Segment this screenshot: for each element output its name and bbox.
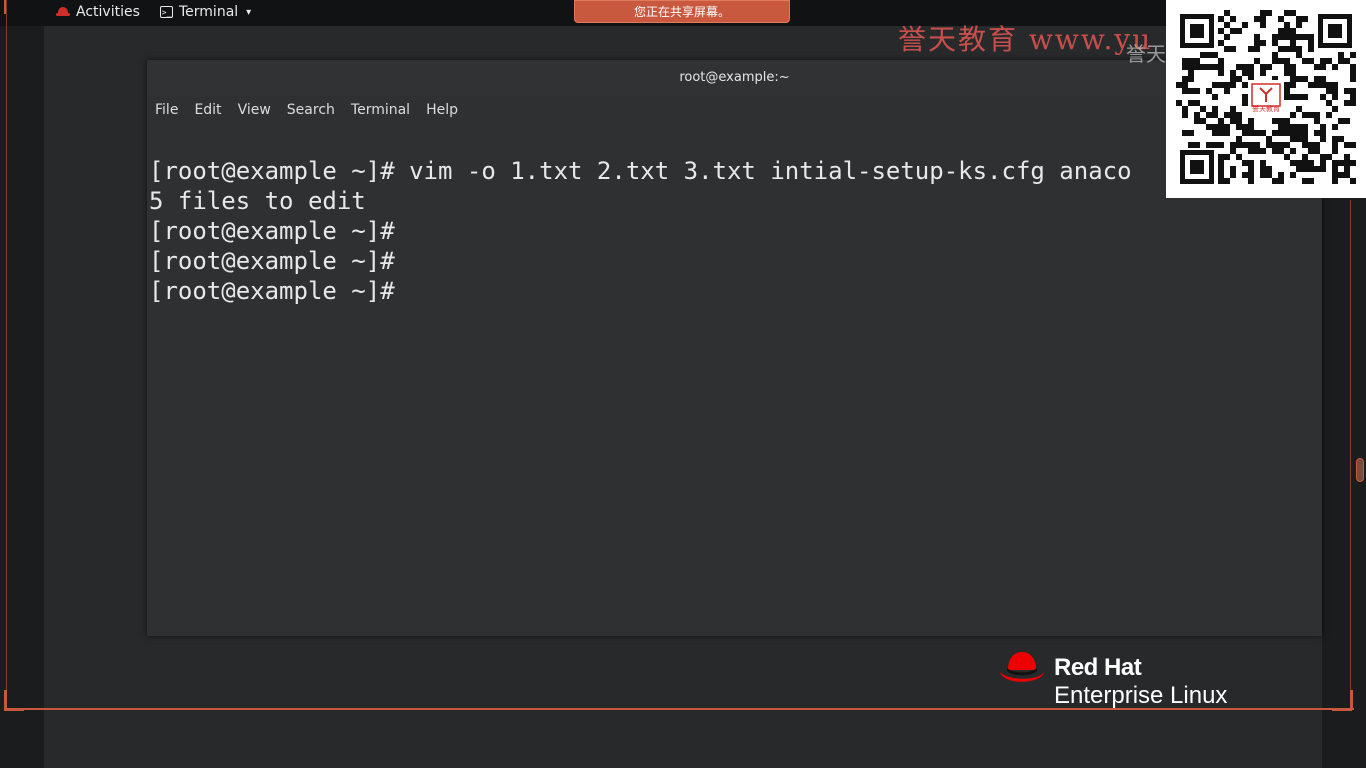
activities-label: Activities [76, 4, 140, 20]
chevron-down-icon: ▾ [246, 6, 252, 18]
menu-help[interactable]: Help [426, 102, 458, 118]
menu-edit[interactable]: Edit [194, 102, 221, 118]
qr-code: 誉天教育 [1166, 0, 1366, 198]
terminal-line: [root@example ~]# [149, 247, 395, 275]
redhat-brand-text: Red Hat [1054, 654, 1142, 681]
qr-code-pattern [1176, 10, 1356, 188]
menu-terminal[interactable]: Terminal [351, 102, 410, 118]
qr-center-label: 誉天教育 [1252, 105, 1280, 113]
terminal-output[interactable]: [root@example ~]# vim -o 1.txt 2.txt 3.t… [147, 124, 1322, 366]
redhat-hat-icon [56, 7, 70, 17]
redhat-hat-logo-icon [1000, 652, 1044, 682]
redhat-logo: Red Hat Enterprise Linux [998, 650, 1258, 712]
watermark-text: 誉天教育 www.yu [898, 23, 1153, 56]
frame-line-right [1350, 200, 1351, 710]
frame-line-left [6, 0, 7, 710]
frame-corner-bl-h [4, 708, 24, 711]
redhat-product-text: Enterprise Linux [1054, 682, 1228, 709]
terminal-icon: >_ [160, 6, 173, 18]
terminal-line: [root@example ~]# vim -o 1.txt 2.txt 3.t… [149, 157, 1132, 185]
terminal-window[interactable]: root@example:~ File Edit View Search Ter… [147, 60, 1322, 636]
frame-corner-br-h [1332, 708, 1352, 711]
menu-file[interactable]: File [155, 102, 178, 118]
screen-share-banner[interactable]: 您正在共享屏幕。 [574, 0, 790, 23]
app-menu-label: Terminal [179, 4, 239, 20]
app-menu-terminal[interactable]: >_ Terminal ▾ [160, 4, 251, 20]
activities-button[interactable]: Activities [56, 4, 140, 20]
terminal-line: 5 files to edit [149, 187, 366, 215]
terminal-line: [root@example ~]# [149, 217, 395, 245]
terminal-line: [root@example ~]# [149, 277, 395, 305]
side-edge-handle[interactable] [1356, 458, 1364, 482]
watermark-overlay: 誉天 [1126, 42, 1166, 66]
window-title: root@example:~ [679, 70, 790, 85]
frame-corner-bl-v [4, 690, 7, 710]
menu-search[interactable]: Search [287, 102, 335, 118]
menu-view[interactable]: View [238, 102, 271, 118]
menu-bar: File Edit View Search Terminal Help [147, 96, 1322, 124]
